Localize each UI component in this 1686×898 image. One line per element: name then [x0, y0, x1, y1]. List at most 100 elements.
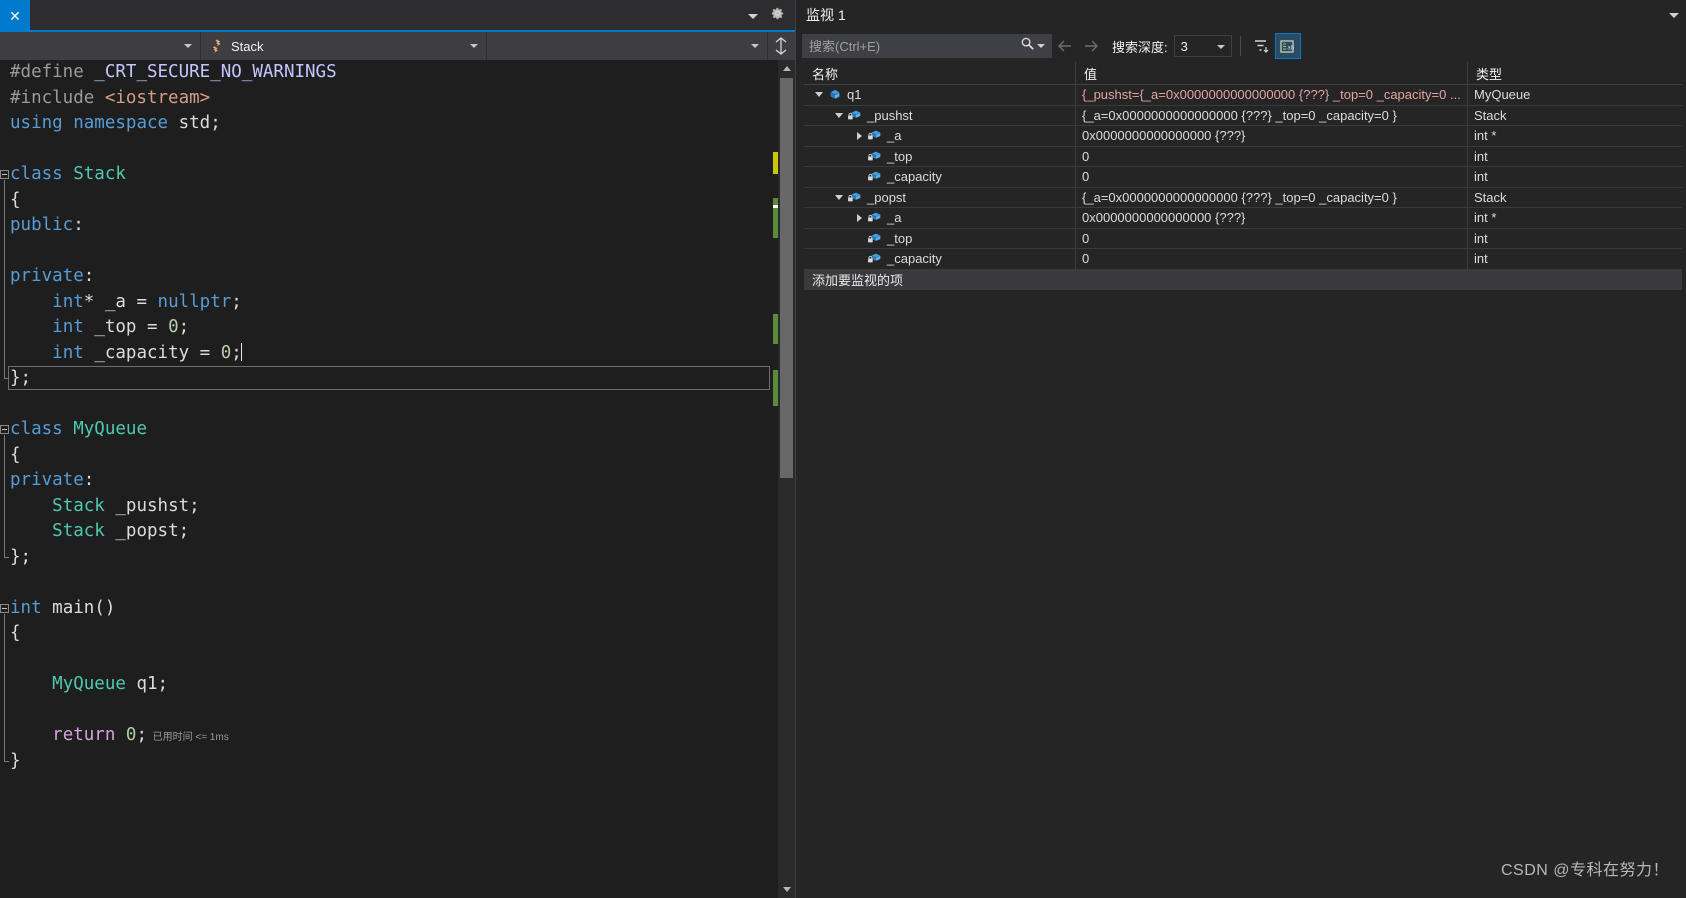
code-token: nullptr — [157, 291, 232, 312]
active-document-tab[interactable]: ✕ — [0, 0, 30, 32]
field-icon — [866, 149, 883, 164]
add-watch-placeholder[interactable]: 添加要监视的项 — [804, 269, 1076, 289]
search-previous-button[interactable] — [1052, 33, 1078, 59]
member-dropdown[interactable] — [487, 32, 768, 60]
search-options-chevron-down-icon[interactable] — [1037, 44, 1045, 48]
fold-collapse-icon[interactable] — [0, 170, 9, 179]
scrollbar-thumb[interactable] — [780, 78, 793, 478]
table-row[interactable]: _popst {_a=0x0000000000000000 {???} _top=… — [804, 187, 1682, 208]
search-depth-dropdown[interactable]: 3 — [1173, 35, 1232, 57]
expand-collapse-open-icon[interactable] — [832, 194, 846, 200]
gear-icon[interactable] — [770, 6, 785, 26]
variable-value-cell[interactable]: 0 — [1076, 167, 1468, 187]
variable-name-cell[interactable]: _capacity — [804, 167, 1076, 187]
variable-name-text: _top — [887, 148, 913, 164]
code-token: namespace — [73, 113, 169, 133]
code-line: } — [0, 749, 770, 775]
variable-value-cell[interactable]: {_a=0x0000000000000000 {???} _top=0 _cap… — [1076, 187, 1468, 207]
expand-collapse-open-icon[interactable] — [832, 112, 846, 118]
variable-name-cell[interactable]: _pushst — [804, 105, 1076, 125]
expand-collapse-closed-icon[interactable] — [852, 213, 866, 222]
column-header-value[interactable]: 值 — [1076, 62, 1468, 84]
variable-name-cell[interactable]: _a — [804, 126, 1076, 146]
code-text-area[interactable]: #define _CRT_SECURE_NO_WARNINGS #include … — [0, 60, 795, 898]
table-row[interactable]: _capacity 0 int — [804, 167, 1682, 188]
variable-name-cell[interactable]: _a — [804, 208, 1076, 228]
table-row[interactable]: _capacity 0 int — [804, 249, 1682, 270]
variable-value-cell[interactable]: {_a=0x0000000000000000 {???} _top=0 _cap… — [1076, 105, 1468, 125]
table-row[interactable]: q1 {_pushst={_a=0x0000000000000000 {???} … — [804, 85, 1682, 106]
fold-collapse-icon[interactable] — [0, 603, 9, 613]
code-token: class — [10, 164, 63, 184]
search-box[interactable] — [802, 34, 1052, 58]
filter-button[interactable] — [1249, 33, 1275, 59]
code-token: () — [94, 597, 116, 618]
code-line: int main() — [0, 596, 770, 622]
field-icon — [846, 108, 863, 123]
variable-value-cell[interactable]: {_pushst={_a=0x0000000000000000 {???} _t… — [1076, 85, 1468, 105]
class-dropdown[interactable]: Stack — [201, 32, 487, 60]
variable-name-cell[interactable]: _popst — [804, 187, 1076, 207]
fold-collapse-icon[interactable] — [0, 425, 9, 434]
variable-value-cell[interactable]: 0 — [1076, 146, 1468, 166]
expand-collapse-closed-icon[interactable] — [852, 131, 866, 140]
code-token: { — [10, 444, 21, 465]
code-token: ; — [189, 495, 200, 516]
column-header-name[interactable]: 名称 — [804, 62, 1076, 84]
expand-collapse-open-icon[interactable] — [812, 92, 826, 98]
field-icon — [866, 128, 883, 143]
chevron-down-icon[interactable] — [1669, 13, 1679, 18]
table-row[interactable]: _top 0 int — [804, 228, 1682, 249]
watch-scroll-rail[interactable] — [796, 62, 804, 898]
table-row[interactable]: _pushst {_a=0x0000000000000000 {???} _top… — [804, 105, 1682, 126]
code-token: { — [10, 623, 21, 643]
variable-name-text: _capacity — [887, 169, 942, 185]
search-next-button[interactable] — [1078, 33, 1104, 59]
hex-display-button[interactable]: ab — [1274, 33, 1301, 59]
column-header-type[interactable]: 类型 — [1468, 62, 1682, 84]
table-row[interactable]: _a 0x0000000000000000 {???} int * — [804, 126, 1682, 147]
scope-dropdown[interactable] — [0, 32, 201, 60]
variable-name-cell[interactable]: _top — [804, 146, 1076, 166]
scroll-down-button[interactable] — [778, 881, 795, 898]
change-marker-green-1 — [773, 198, 778, 238]
add-watch-type-cell[interactable] — [1468, 270, 1682, 289]
code-line: { — [0, 621, 770, 647]
add-watch-value-cell[interactable] — [1076, 269, 1468, 289]
code-token: _a — [104, 291, 126, 312]
filter-icon — [1255, 39, 1269, 53]
table-row[interactable]: _top 0 int — [804, 146, 1682, 167]
search-input[interactable] — [803, 37, 1020, 55]
search-icon[interactable] — [1020, 36, 1035, 56]
chevron-down-icon[interactable] — [748, 13, 758, 19]
variable-name-cell[interactable]: q1 — [804, 85, 1076, 105]
variable-name-text: _capacity — [887, 251, 942, 267]
code-token: }; — [10, 546, 32, 567]
code-token: MyQueue — [73, 419, 147, 439]
code-line: int _capacity = 0; — [0, 341, 770, 390]
variable-type-cell: int * — [1474, 210, 1497, 226]
close-icon[interactable]: ✕ — [9, 9, 21, 23]
variable-value-cell[interactable]: 0 — [1076, 249, 1468, 269]
code-token: main — [52, 597, 95, 618]
variable-name-cell[interactable]: _capacity — [804, 249, 1076, 269]
block-structure-foot — [4, 760, 9, 762]
editor-vertical-scrollbar[interactable] — [778, 60, 795, 898]
add-watch-row[interactable]: 添加要监视的项 — [804, 269, 1682, 290]
table-row[interactable]: _a 0x0000000000000000 {???} int * — [804, 208, 1682, 229]
variable-name-cell[interactable]: _top — [804, 228, 1076, 248]
code-editor-pane: ✕ Stack #define _CRT_SECURE_NO_WARNINGS … — [0, 0, 795, 898]
code-token: #include — [10, 87, 105, 108]
code-token: = — [136, 317, 169, 337]
variable-value-cell[interactable]: 0 — [1076, 228, 1468, 248]
variable-value-cell[interactable]: 0x0000000000000000 {???} — [1076, 126, 1468, 146]
split-editor-button[interactable] — [768, 32, 793, 60]
scroll-up-button[interactable] — [778, 60, 795, 77]
variable-value-cell[interactable]: 0x0000000000000000 {???} — [1076, 208, 1468, 228]
code-line: private: — [0, 468, 770, 494]
elapsed-time-annotation: 已用时间 <= 1ms — [147, 732, 229, 743]
block-structure-foot — [4, 556, 9, 558]
